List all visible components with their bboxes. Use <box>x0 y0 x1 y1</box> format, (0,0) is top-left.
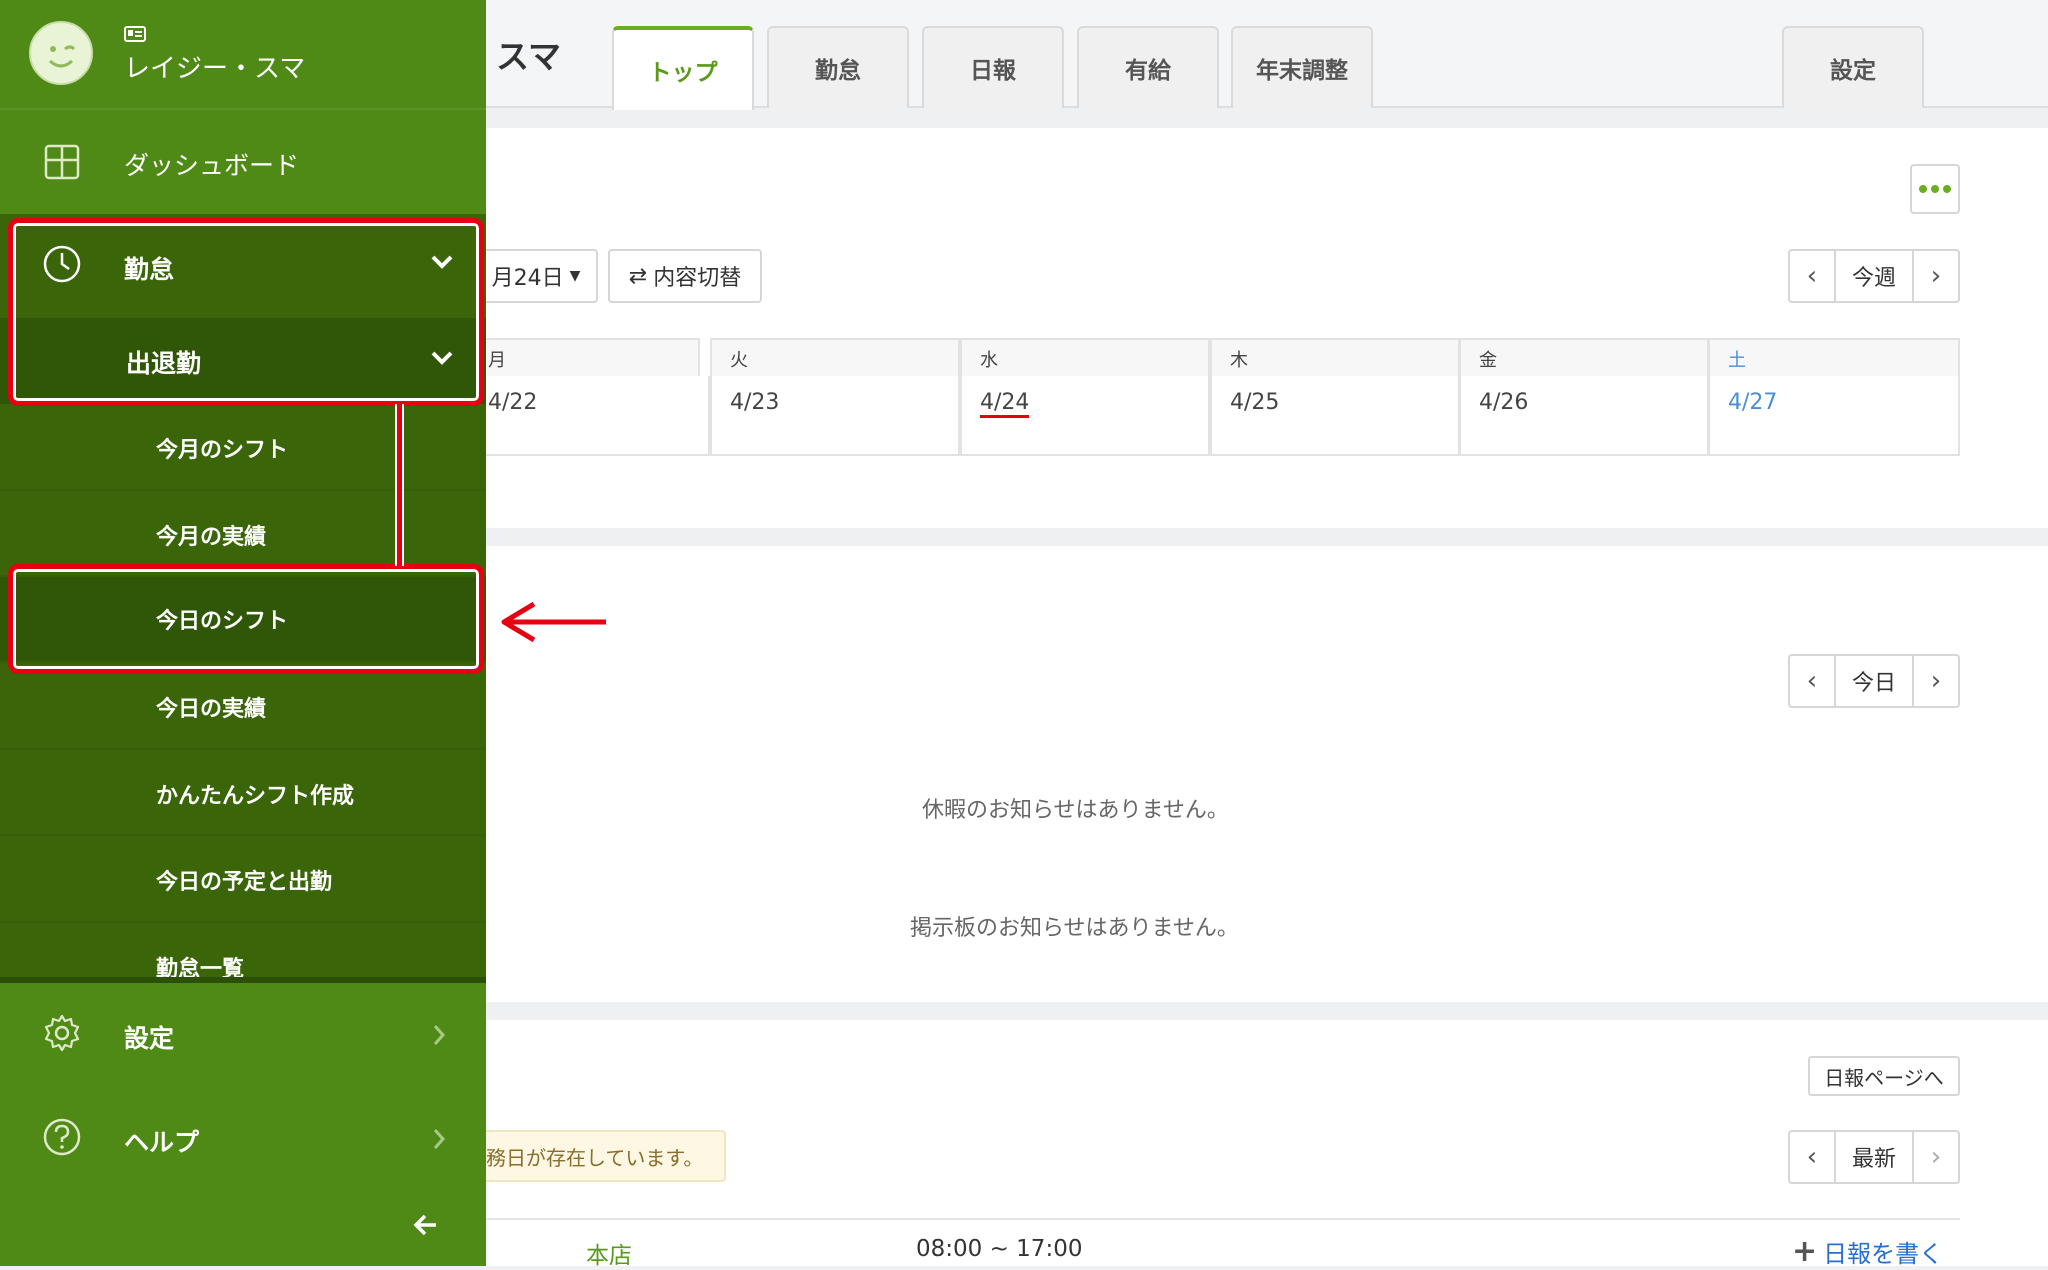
weekday-header: 金 <box>1459 338 1709 378</box>
day-cell[interactable]: 4/26 <box>1459 376 1709 456</box>
day-cell[interactable]: 4/25 <box>1210 376 1460 456</box>
prev-report-button[interactable]: ‹ <box>1790 1132 1834 1182</box>
daily-report-page-button[interactable]: 日報ページへ <box>1808 1056 1960 1096</box>
weekday-header: 月 <box>476 338 700 378</box>
shift-time: 08:00 ~ 17:00 <box>916 1236 1083 1262</box>
swap-arrows-icon: ⇄ <box>628 263 648 289</box>
highlight-today-shift-box <box>8 564 484 674</box>
write-report-link[interactable]: + 日報を書く <box>1792 1234 1943 1269</box>
tab-attendance[interactable]: 勤怠 <box>767 26 909 108</box>
tab-daily-report[interactable]: 日報 <box>922 26 1064 108</box>
weekday-header: 木 <box>1210 338 1460 378</box>
weekday-header: 土 <box>1708 338 1960 378</box>
sidebar-subitem-month-results[interactable]: 今月の実績 <box>0 491 486 575</box>
divider <box>476 1218 1960 1220</box>
highlight-attendance-box <box>8 218 484 406</box>
tab-settings[interactable]: 設定 <box>1782 26 1924 108</box>
header-user-name: スマ <box>496 37 562 76</box>
weekday-header: 水 <box>960 338 1210 378</box>
sidebar-subitem-easy-shift[interactable]: かんたんシフト作成 <box>0 750 486 834</box>
tab-top[interactable]: トップ <box>612 26 754 110</box>
caret-down-icon: ▼ <box>569 268 581 284</box>
sidebar-subitem-attendance-list[interactable]: 勤怠一覧 <box>0 923 486 983</box>
sidebar-subitem-month-shift[interactable]: 今月のシフト <box>0 404 486 490</box>
main-content: スマ トップ 勤怠 日報 有給 年末調整 設定 月24日 ▼ ⇄ 内容切替 ‹ … <box>476 0 2048 1269</box>
write-report-label: 日報を書く <box>1823 1240 1944 1268</box>
schedule-panel <box>486 128 2048 528</box>
board-notice: 掲示板のお知らせはありません。 <box>910 916 1239 941</box>
help-icon <box>43 1118 81 1156</box>
date-select-dropdown[interactable]: 月24日 ▼ <box>476 249 598 303</box>
chevron-right-icon <box>433 1129 446 1149</box>
sidebar-user-row[interactable]: レイジー・スマ <box>0 0 486 108</box>
dashboard-icon <box>44 144 80 180</box>
day-cell[interactable]: 4/22 <box>476 376 710 456</box>
collapse-arrow-icon[interactable] <box>412 1213 438 1237</box>
user-name: レイジー・スマ <box>124 54 306 84</box>
week-pager: ‹ 今週 › <box>1788 249 1960 303</box>
report-pager: ‹ 最新 › <box>1788 1130 1960 1184</box>
left-arrow-icon <box>501 601 606 643</box>
next-day-button[interactable]: › <box>1914 656 1958 706</box>
more-options-button[interactable] <box>1910 164 1960 214</box>
avatar <box>29 21 93 85</box>
sidebar-item-settings[interactable]: 設定 <box>0 983 486 1087</box>
top-header: スマ トップ 勤怠 日報 有給 年末調整 設定 <box>486 0 2048 110</box>
chevron-right-icon <box>433 1025 446 1045</box>
sidebar-item-help[interactable]: ヘルプ <box>0 1087 486 1191</box>
weekday-header: 火 <box>710 338 960 378</box>
latest-button[interactable]: 最新 <box>1834 1132 1914 1182</box>
sidebar-item-label: 設定 <box>124 1024 175 1053</box>
leave-notice: 休暇のお知らせはありません。 <box>922 798 1229 823</box>
tab-year-end[interactable]: 年末調整 <box>1231 26 1373 108</box>
prev-week-button[interactable]: ‹ <box>1790 251 1834 301</box>
next-week-button[interactable]: › <box>1914 251 1958 301</box>
notices-panel <box>486 546 2048 1002</box>
day-cell[interactable]: 4/27 <box>1708 376 1960 456</box>
sidebar-item-label: ヘルプ <box>124 1128 200 1157</box>
connector-line <box>397 404 402 566</box>
sidebar-collapse-area <box>0 1191 486 1266</box>
warning-message: 務日が存在しています。 <box>476 1130 726 1182</box>
more-dots-icon <box>1919 185 1951 193</box>
switch-content-label: 内容切替 <box>653 266 742 291</box>
today-button[interactable]: 今日 <box>1834 656 1914 706</box>
day-cell[interactable]: 4/23 <box>710 376 960 456</box>
sidebar-item-label: ダッシュボード <box>124 151 300 180</box>
switch-content-button[interactable]: ⇄ 内容切替 <box>608 249 762 303</box>
sidebar-subitem-plans-attendance[interactable]: 今日の予定と出勤 <box>0 836 486 921</box>
sidebar-subitem-today-results[interactable]: 今日の実績 <box>0 663 486 748</box>
day-pager: ‹ 今日 › <box>1788 654 1960 708</box>
prev-day-button[interactable]: ‹ <box>1790 656 1834 706</box>
day-cell-today[interactable]: 4/24 <box>960 376 1210 456</box>
this-week-button[interactable]: 今週 <box>1834 251 1914 301</box>
id-card-icon <box>124 26 146 42</box>
sidebar-item-dashboard[interactable]: ダッシュボード <box>0 110 486 214</box>
plus-icon: + <box>1792 1234 1818 1269</box>
gear-icon <box>44 1014 80 1052</box>
store-link[interactable]: 本店 <box>586 1236 632 1270</box>
date-select-label: 月24日 <box>491 266 564 291</box>
tab-paid-leave[interactable]: 有給 <box>1077 26 1219 108</box>
next-report-button[interactable]: › <box>1914 1132 1958 1182</box>
